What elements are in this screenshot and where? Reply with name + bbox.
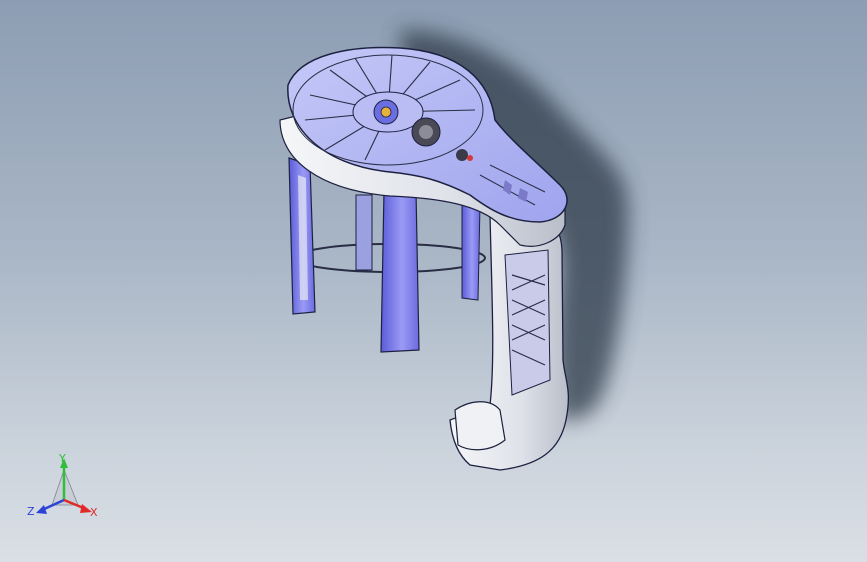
- cad-viewport[interactable]: Y Z X: [0, 0, 867, 562]
- left-leg: [288, 157, 316, 315]
- front-leg: [380, 189, 420, 353]
- cad-model[interactable]: [0, 0, 867, 562]
